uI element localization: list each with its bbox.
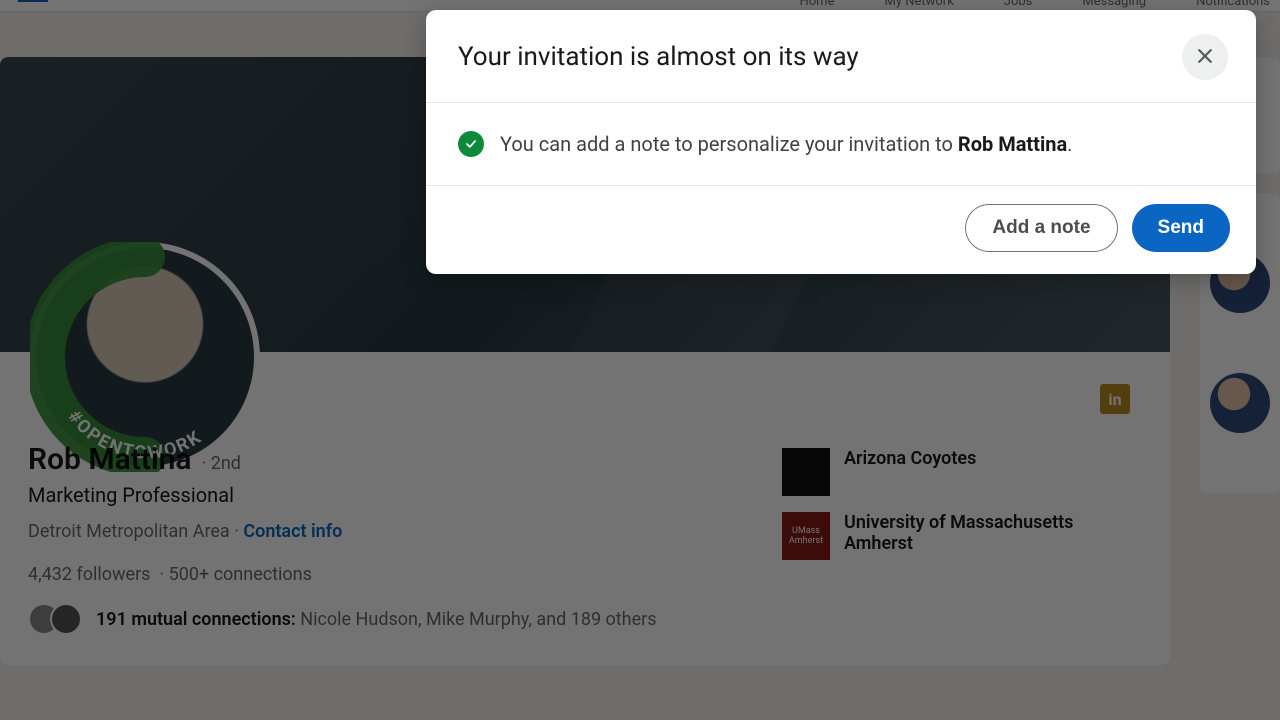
send-button[interactable]: Send [1132,204,1230,252]
close-button[interactable] [1182,34,1228,80]
modal-message: You can add a note to personalize your i… [500,132,1072,156]
modal-footer: Add a note Send [426,186,1256,274]
modal-body-suffix: . [1067,132,1072,156]
modal-body: You can add a note to personalize your i… [426,103,1256,186]
modal-body-name: Rob Mattina [958,132,1067,156]
modal-header: Your invitation is almost on its way [426,10,1256,103]
add-note-button[interactable]: Add a note [965,204,1117,252]
invitation-modal: Your invitation is almost on its way You… [426,10,1256,274]
modal-title: Your invitation is almost on its way [458,42,859,72]
close-icon [1195,46,1215,69]
check-icon [458,131,484,157]
modal-body-prefix: You can add a note to personalize your i… [500,132,958,156]
